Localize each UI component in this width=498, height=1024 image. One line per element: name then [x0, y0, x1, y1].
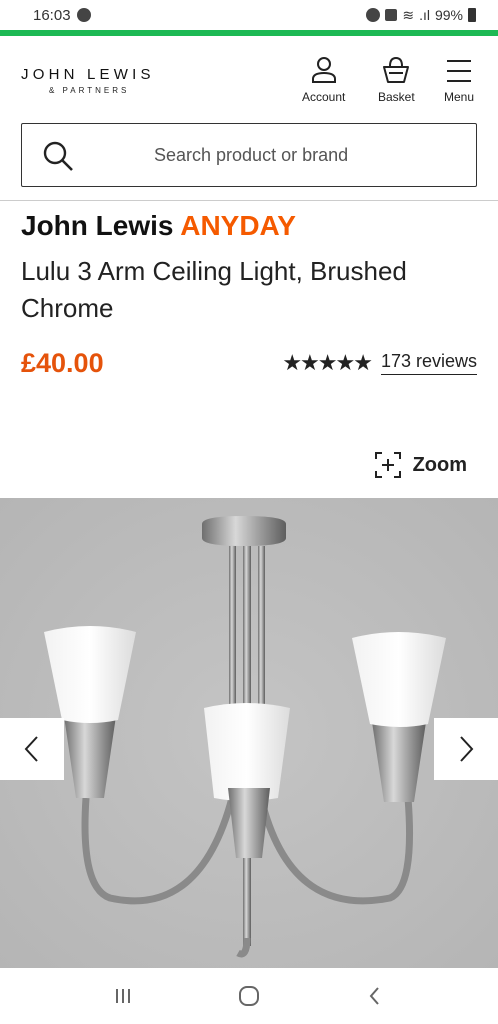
- signal-icon: .ıl: [419, 7, 430, 23]
- product-rating[interactable]: ★★★★★ 173 reviews: [282, 350, 477, 376]
- basket-button[interactable]: Basket: [378, 56, 415, 104]
- account-icon: [311, 57, 336, 83]
- basket-label: Basket: [378, 90, 415, 104]
- battery-level: 99%: [434, 7, 463, 23]
- product-image-gallery[interactable]: [0, 498, 498, 968]
- next-image-button[interactable]: [434, 718, 498, 780]
- back-icon[interactable]: [363, 984, 387, 1008]
- logo-main-text: JOHN LEWIS: [21, 66, 155, 83]
- account-label: Account: [302, 90, 346, 104]
- account-status-icon: [76, 8, 91, 22]
- recent-apps-icon[interactable]: [111, 984, 135, 1008]
- logo-sub-text: & PARTNERS: [49, 86, 130, 95]
- chevron-right-icon: [460, 736, 474, 762]
- status-time: 16:03: [33, 6, 71, 24]
- menu-icon: [447, 60, 472, 82]
- menu-button[interactable]: Menu: [444, 56, 474, 104]
- search-icon[interactable]: [42, 140, 74, 172]
- system-nav-bar: [0, 968, 498, 1024]
- reviews-link[interactable]: 173 reviews: [380, 351, 477, 375]
- menu-label: Menu: [444, 90, 475, 104]
- chevron-left-icon: [24, 736, 38, 762]
- site-logo[interactable]: JOHN LEWIS & PARTNERS: [21, 66, 155, 95]
- basket-icon: [383, 56, 410, 83]
- previous-image-button[interactable]: [0, 718, 64, 780]
- alarm-icon: [366, 8, 381, 22]
- product-title: Lulu 3 Arm Ceiling Light, Brushed Chrome: [21, 256, 407, 323]
- brand-range: ANYDAY: [180, 210, 296, 241]
- home-icon[interactable]: [237, 984, 261, 1008]
- zoom-button[interactable]: Zoom: [373, 450, 467, 480]
- lock-icon: [385, 9, 398, 21]
- search-input[interactable]: [22, 124, 476, 186]
- zoom-label: Zoom: [412, 453, 467, 476]
- battery-icon: [468, 8, 476, 22]
- brand-name: John Lewis: [21, 210, 174, 241]
- header-divider: [0, 200, 498, 201]
- product-image: [0, 498, 498, 968]
- account-button[interactable]: Account: [302, 56, 345, 104]
- site-header: JOHN LEWIS & PARTNERS Account Basket Men…: [0, 36, 498, 122]
- zoom-icon: [374, 452, 401, 478]
- product-brand[interactable]: John Lewis ANYDAY: [21, 210, 296, 242]
- rating-stars-icon: ★★★★★: [282, 350, 373, 375]
- wifi-icon: ≋: [402, 6, 415, 23]
- product-price: £40.00: [21, 348, 104, 378]
- status-bar: 16:03 ≋ .ıl 99%: [0, 0, 498, 30]
- search-bar[interactable]: [21, 123, 477, 187]
